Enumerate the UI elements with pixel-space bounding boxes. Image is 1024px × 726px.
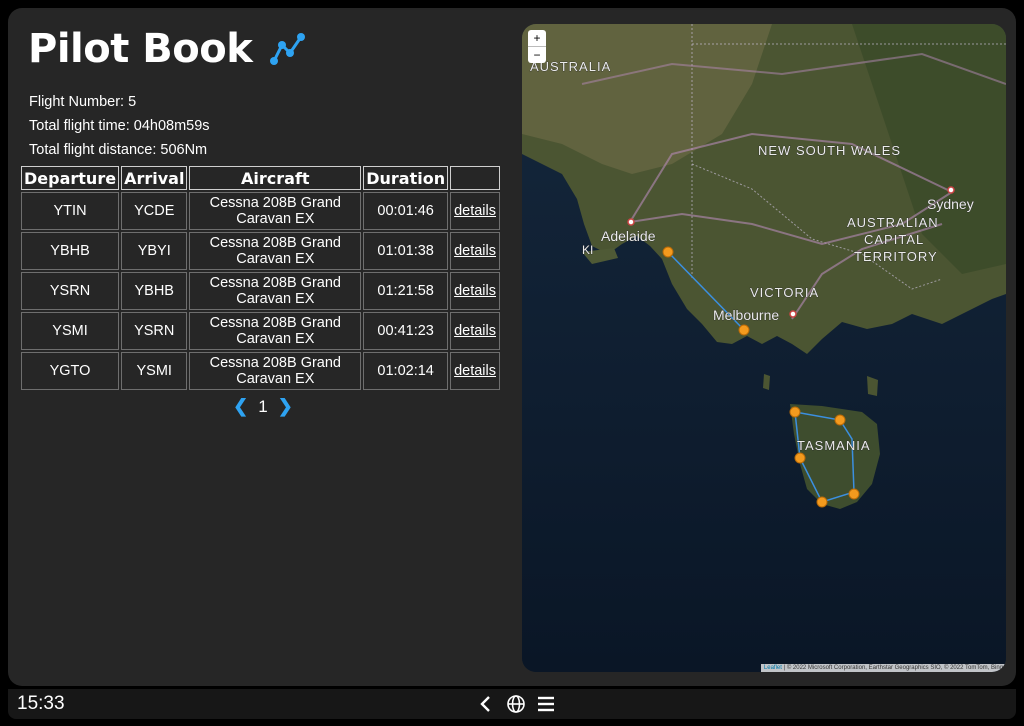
attribution-text: | © 2022 Microsoft Corporation, Earthsta… <box>781 665 1003 671</box>
cell-departure: YBHB <box>21 232 120 270</box>
flights-table: Departure Arrival Aircraft Duration YTIN… <box>19 164 502 392</box>
map-label-adelaide: Adelaide <box>601 228 656 244</box>
cell-arrival: YCDE <box>121 192 188 230</box>
details-link[interactable]: details <box>454 243 496 259</box>
table-header-row: Departure Arrival Aircraft Duration <box>21 166 500 190</box>
king-island <box>763 374 770 390</box>
map-label-tasmania: TASMANIA <box>797 438 871 453</box>
map-label-melbourne: Melbourne <box>713 307 779 323</box>
cell-aircraft: Cessna 208B Grand Caravan EX <box>189 232 362 270</box>
airport-marker[interactable] <box>662 246 674 258</box>
airport-marker[interactable] <box>794 452 806 464</box>
cell-aircraft: Cessna 208B Grand Caravan EX <box>189 192 362 230</box>
globe-icon[interactable] <box>506 694 526 714</box>
cell-details: details <box>450 272 500 310</box>
cell-arrival: YSRN <box>121 312 188 350</box>
cell-duration: 00:01:46 <box>363 192 449 230</box>
cell-details: details <box>450 312 500 350</box>
zoom-out-button[interactable]: − <box>528 46 546 63</box>
details-link[interactable]: details <box>454 203 496 219</box>
cell-departure: YGTO <box>21 352 120 390</box>
cell-departure: YTIN <box>21 192 120 230</box>
table-row: YGTO YSMI Cessna 208B Grand Caravan EX 0… <box>21 352 500 390</box>
city-dot-melbourne <box>789 310 797 318</box>
clock: 15:33 <box>17 693 65 714</box>
column-header-arrival: Arrival <box>121 166 188 190</box>
flight-number: Flight Number: 5 <box>29 94 137 110</box>
city-dot-sydney <box>947 186 955 194</box>
flight-stats: Flight Number: 5 Total flight time: 04h0… <box>29 90 210 162</box>
cell-aircraft: Cessna 208B Grand Caravan EX <box>189 312 362 350</box>
current-page: 1 <box>258 396 268 416</box>
zoom-in-button[interactable]: + <box>528 30 546 46</box>
table-row: YBHB YBYI Cessna 208B Grand Caravan EX 0… <box>21 232 500 270</box>
cell-details: details <box>450 352 500 390</box>
cell-duration: 00:41:23 <box>363 312 449 350</box>
column-header-aircraft: Aircraft <box>189 166 362 190</box>
cell-aircraft: Cessna 208B Grand Caravan EX <box>189 272 362 310</box>
details-link[interactable]: details <box>454 363 496 379</box>
cell-arrival: YSMI <box>121 352 188 390</box>
column-header-actions <box>450 166 500 190</box>
taskbar: 15:33 <box>8 689 1016 719</box>
column-header-departure: Departure <box>21 166 120 190</box>
details-link[interactable]: details <box>454 323 496 339</box>
map-label-sydney: Sydney <box>927 196 974 212</box>
cell-details: details <box>450 232 500 270</box>
city-dot-adelaide <box>627 218 635 226</box>
chevron-right-icon[interactable]: ❯ <box>278 396 293 417</box>
cell-duration: 01:21:58 <box>363 272 449 310</box>
zoom-control: + − <box>528 30 546 63</box>
column-header-duration: Duration <box>363 166 449 190</box>
table-row: YTIN YCDE Cessna 208B Grand Caravan EX 0… <box>21 192 500 230</box>
map-attribution: Leaflet | © 2022 Microsoft Corporation, … <box>760 664 1006 672</box>
cell-departure: YSMI <box>21 312 120 350</box>
chevron-left-icon[interactable]: ❮ <box>233 396 248 417</box>
cell-details: details <box>450 192 500 230</box>
map-surface: AUSTRALIA NEW SOUTH WALES Sydney Adelaid… <box>522 24 1006 672</box>
airport-marker[interactable] <box>789 406 801 418</box>
total-flight-time: Total flight time: 04h08m59s <box>29 118 210 134</box>
hamburger-menu-icon[interactable] <box>536 694 556 714</box>
flight-map[interactable]: AUSTRALIA NEW SOUTH WALES Sydney Adelaid… <box>522 24 1006 672</box>
total-flight-distance: Total flight distance: 506Nm <box>29 142 208 158</box>
map-label-victoria: VICTORIA <box>750 285 819 300</box>
airport-marker[interactable] <box>834 414 846 426</box>
cell-aircraft: Cessna 208B Grand Caravan EX <box>189 352 362 390</box>
map-label-ki: KI <box>582 243 593 257</box>
map-label-act-line3: TERRITORY <box>854 249 938 264</box>
back-icon[interactable] <box>476 694 496 714</box>
table-row: YSRN YBHB Cessna 208B Grand Caravan EX 0… <box>21 272 500 310</box>
cell-arrival: YBYI <box>121 232 188 270</box>
details-link[interactable]: details <box>454 283 496 299</box>
taskbar-icons <box>476 694 556 714</box>
line-chart-icon <box>270 33 306 65</box>
leaflet-link[interactable]: Leaflet <box>764 665 782 671</box>
map-label-act-line2: CAPITAL <box>864 232 924 247</box>
cell-arrival: YBHB <box>121 272 188 310</box>
pagination: ❮ 1 ❯ <box>8 396 518 417</box>
app-window: Pilot Book Flight Number: 5 Total flight… <box>8 8 1016 686</box>
header: Pilot Book <box>28 26 308 72</box>
page-title: Pilot Book <box>28 26 253 72</box>
cell-duration: 01:01:38 <box>363 232 449 270</box>
cell-duration: 01:02:14 <box>363 352 449 390</box>
logbook-panel: Pilot Book Flight Number: 5 Total flight… <box>8 8 518 686</box>
cell-departure: YSRN <box>21 272 120 310</box>
table-row: YSMI YSRN Cessna 208B Grand Caravan EX 0… <box>21 312 500 350</box>
map-label-act-line1: AUSTRALIAN <box>847 215 939 230</box>
airport-marker[interactable] <box>816 496 828 508</box>
airport-marker[interactable] <box>848 488 860 500</box>
airport-marker[interactable] <box>738 324 750 336</box>
map-label-nsw: NEW SOUTH WALES <box>758 143 901 158</box>
